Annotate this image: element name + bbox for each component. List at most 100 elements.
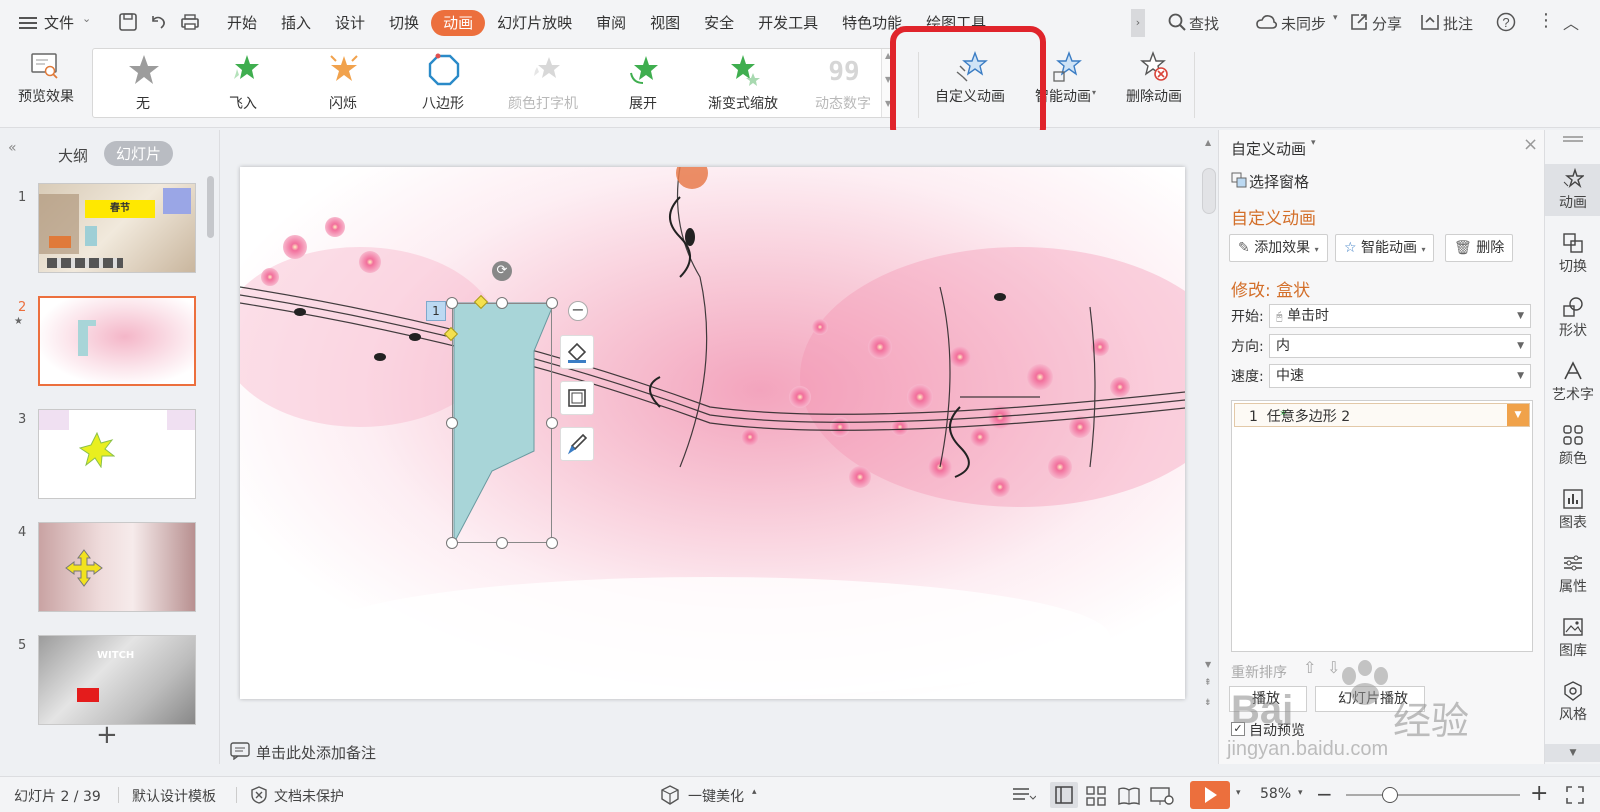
zoom-level[interactable]: 58% (1260, 786, 1291, 802)
review-button[interactable]: 批注 (1443, 13, 1473, 34)
chevron-up-icon[interactable]: ▴ (752, 787, 757, 797)
notes-placeholder[interactable]: 单击此处添加备注 (256, 742, 376, 763)
add-slide-button[interactable]: + (96, 720, 118, 750)
zoom-slider-track[interactable] (1346, 794, 1520, 796)
sidebar-scroll-down-icon[interactable]: ▼ (1545, 744, 1600, 762)
selection-handle[interactable] (496, 537, 508, 549)
delete-animation-button[interactable]: 删除动画 (1116, 46, 1192, 126)
reading-view-icon[interactable] (1118, 786, 1140, 810)
zoom-slider-thumb[interactable] (1382, 787, 1398, 803)
slide-canvas[interactable]: ⟳ 1 − (240, 167, 1185, 699)
slide-thumbnail-3[interactable] (38, 409, 196, 499)
prev-slide-icon[interactable]: ⇞ (1204, 678, 1212, 688)
hamburger-menu-icon[interactable] (18, 13, 38, 33)
print-icon[interactable] (180, 12, 200, 32)
play-slideshow-button[interactable] (1190, 781, 1230, 809)
next-slide-icon[interactable]: ⇟ (1204, 698, 1212, 708)
direction-select[interactable]: 内 ▼ (1269, 334, 1531, 358)
selection-handle[interactable] (546, 537, 558, 549)
share-icon[interactable] (1350, 13, 1368, 31)
effect-flash[interactable]: 闪烁 (293, 49, 393, 119)
effect-expand[interactable]: 展开 (593, 49, 693, 119)
chevron-down-icon[interactable]: ▾ (1236, 788, 1241, 798)
slide-thumbnail-2[interactable] (38, 296, 196, 386)
effect-color-typewriter[interactable]: 颜色打字机 (493, 49, 593, 119)
effect-fly-in[interactable]: 飞入 (193, 49, 293, 119)
selection-pane-link[interactable]: 选择窗格 (1249, 171, 1309, 192)
undo-icon[interactable] (148, 12, 168, 32)
sidebar-item-style[interactable]: 风格 (1545, 680, 1600, 724)
zoom-out-button[interactable]: − (1316, 782, 1333, 806)
pane-title[interactable]: 自定义动画 (1231, 138, 1306, 159)
tab-animation[interactable]: 动画 (431, 10, 486, 36)
sidebar-item-color[interactable]: 颜色 (1545, 424, 1600, 468)
quick-collapse-button[interactable]: − (568, 301, 588, 321)
document-protection[interactable]: 文档未保护 (274, 786, 344, 806)
sidebar-item-gallery[interactable]: 图库 (1545, 616, 1600, 660)
selection-handle[interactable] (496, 297, 508, 309)
start-select[interactable]: 🖰 单击时 ▼ (1269, 304, 1531, 328)
share-button[interactable]: 分享 (1372, 13, 1402, 34)
sidebar-item-shape[interactable]: 形状 (1545, 296, 1600, 340)
notes-bar[interactable]: 单击此处添加备注 (222, 738, 1198, 764)
close-icon[interactable]: × (1523, 134, 1538, 155)
slide-thumbnail-1[interactable]: 春节 (38, 183, 196, 273)
zoom-in-button[interactable]: + (1530, 781, 1548, 806)
chevron-down-icon[interactable]: ⌄ (82, 12, 91, 25)
help-icon[interactable]: ? (1496, 12, 1516, 32)
collapse-ribbon-icon[interactable]: ︿ (1563, 10, 1579, 34)
tab-developer[interactable]: 开发工具 (746, 10, 830, 36)
tab-transition[interactable]: 切换 (377, 10, 431, 36)
sidebar-item-animation[interactable]: 动画 (1545, 164, 1600, 216)
preview-effect-button[interactable]: 预览效果 (10, 46, 82, 126)
search-icon[interactable] (1168, 13, 1186, 31)
effect-octagon[interactable]: 八边形 (393, 49, 493, 119)
animation-list[interactable]: ✶ 1 任意多边形 2 ▼ (1231, 400, 1533, 652)
sidebar-item-wordart[interactable]: 艺术字 (1545, 360, 1600, 404)
slide-thumbnail-4[interactable] (38, 522, 196, 612)
canvas-scrollbar[interactable] (1202, 168, 1216, 214)
effect-none[interactable]: 无 (93, 49, 193, 119)
normal-view-icon[interactable] (1050, 782, 1078, 808)
selection-handle[interactable] (446, 537, 458, 549)
sidebar-item-transition[interactable]: 切换 (1545, 232, 1600, 276)
scroll-up-icon[interactable]: ▲ (1205, 138, 1211, 147)
one-click-beautify[interactable]: 一键美化 (688, 786, 744, 806)
slide-thumbnail-5[interactable]: WITCH (38, 635, 196, 725)
tab-review[interactable]: 审阅 (584, 10, 638, 36)
tab-view[interactable]: 视图 (638, 10, 692, 36)
fit-window-icon[interactable] (1566, 786, 1584, 808)
effect-dynamic-number[interactable]: 99 动态数字 (793, 49, 893, 119)
smart-animation-pane-button[interactable]: ☆ 智能动画 ▾ (1335, 234, 1435, 262)
comment-icon[interactable] (1420, 13, 1440, 31)
rotate-handle-icon[interactable]: ⟳ (492, 261, 512, 281)
tab-outline[interactable]: 大纲 (58, 145, 88, 166)
add-effect-button[interactable]: ✎ 添加效果 ▾ (1229, 234, 1328, 262)
selection-handle[interactable] (446, 297, 458, 309)
selection-handle[interactable] (546, 297, 558, 309)
tab-design[interactable]: 设计 (323, 10, 377, 36)
slide-sorter-icon[interactable] (1086, 786, 1106, 810)
tab-slides[interactable]: 幻灯片 (104, 141, 174, 166)
selection-handle[interactable] (546, 417, 558, 429)
item-dropdown-icon[interactable]: ▼ (1507, 404, 1529, 426)
file-menu[interactable]: 文件 (44, 12, 74, 33)
tabs-scroll-right-icon[interactable]: › (1131, 9, 1145, 37)
collapse-panel-icon[interactable]: « (8, 140, 17, 156)
tab-slideshow[interactable]: 幻灯片放映 (485, 10, 584, 36)
sidebar-handle[interactable] (1563, 136, 1583, 142)
sidebar-item-chart[interactable]: 图表 (1545, 488, 1600, 532)
delete-pane-button[interactable]: 🗑 删除 (1445, 234, 1514, 262)
chevron-down-icon[interactable]: ▾ (1298, 788, 1303, 798)
outline-style-icon[interactable] (560, 381, 594, 415)
notes-view-icon[interactable] (1012, 786, 1037, 808)
speed-select[interactable]: 中速 ▼ (1269, 364, 1531, 388)
scroll-down-icon[interactable]: ▼ (1205, 660, 1211, 669)
sync-status[interactable]: 未同步 (1281, 13, 1326, 34)
tab-insert[interactable]: 插入 (269, 10, 323, 36)
cloud-sync-icon[interactable] (1256, 13, 1278, 31)
design-template[interactable]: 默认设计模板 (132, 786, 216, 806)
save-icon[interactable] (118, 12, 138, 32)
tab-security[interactable]: 安全 (692, 10, 746, 36)
effect-gradual-zoom[interactable]: 渐变式缩放 (693, 49, 793, 119)
